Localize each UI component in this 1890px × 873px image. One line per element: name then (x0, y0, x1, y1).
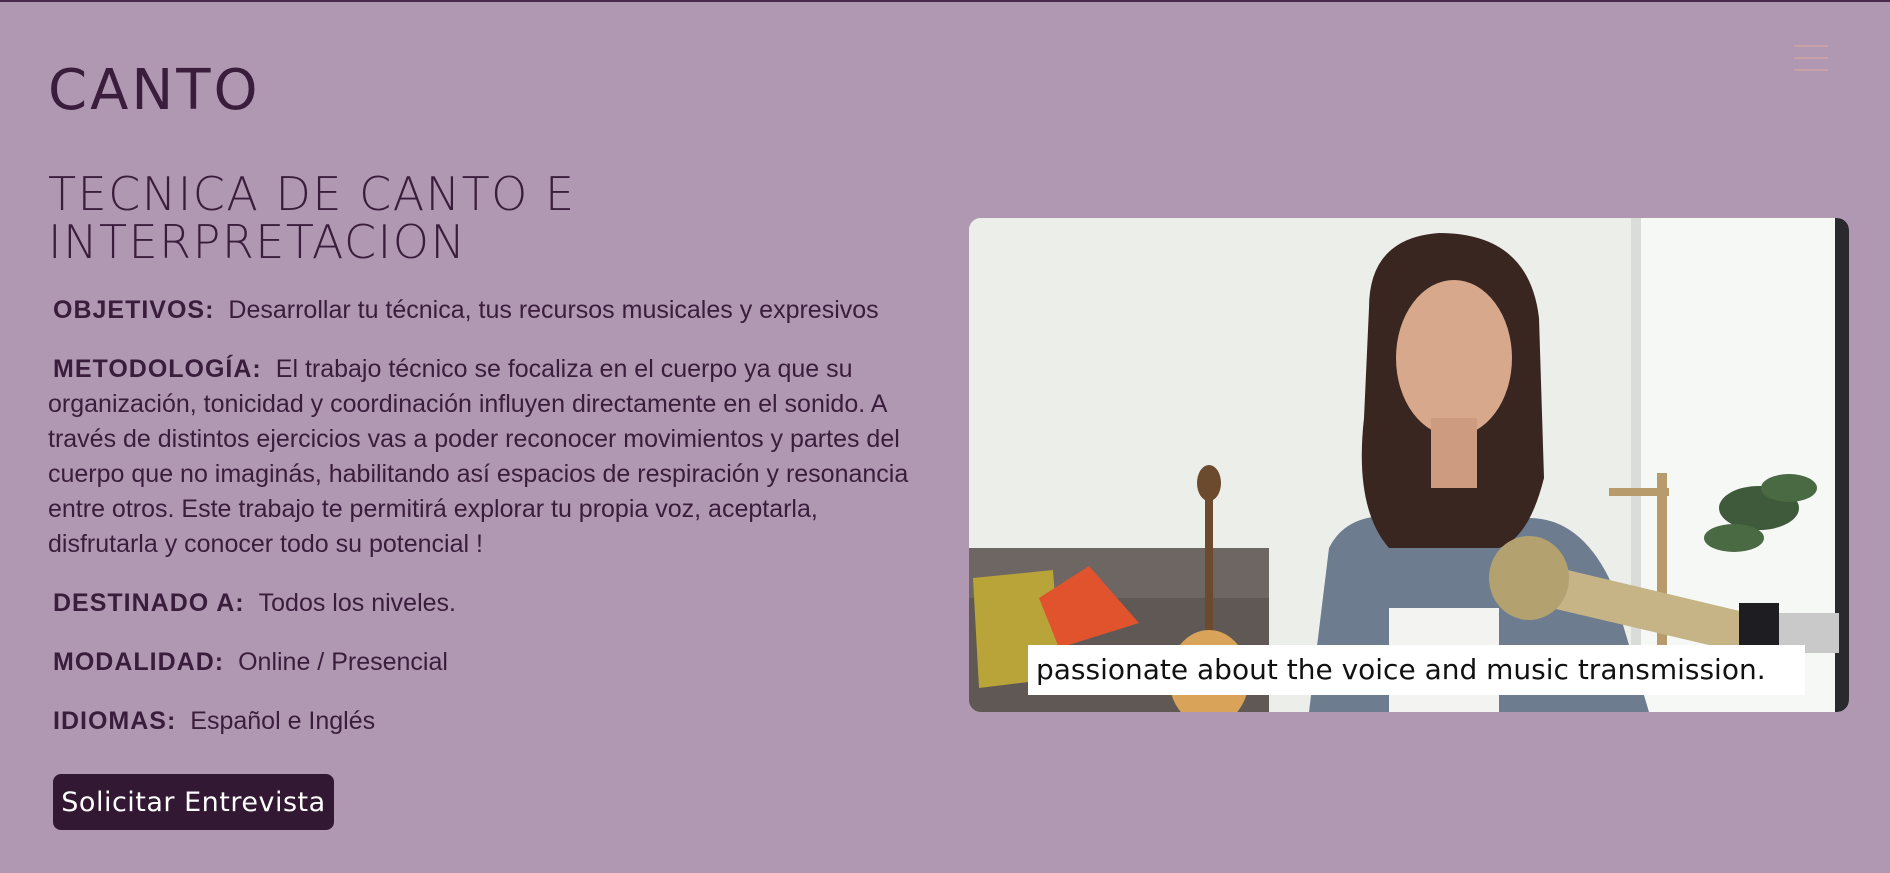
modalidad-text: Online / Presencial (238, 648, 448, 676)
idiomas-text: Español e Inglés (190, 707, 376, 735)
modalidad-label: MODALIDAD: (53, 648, 225, 676)
idiomas-label: IDIOMAS: (53, 707, 177, 735)
objetivos-text: Desarrollar tu técnica, tus recursos mus… (228, 296, 879, 324)
metodologia-text: El trabajo técnico se focaliza en el cue… (48, 355, 909, 558)
objetivos-section: OBJETIVOS: Desarrollar tu técnica, tus re… (48, 293, 918, 328)
page: CANTO TECNICA DE CANTO E INTERPRETACION … (0, 0, 1890, 873)
site-title: CANTO (48, 58, 261, 123)
course-headline: TECNICA DE CANTO E INTERPRETACION (48, 167, 576, 269)
destinado-label: DESTINADO A: (53, 589, 245, 617)
video-caption: passionate about the voice and music tra… (1028, 645, 1805, 695)
objetivos-label: OBJETIVOS: (53, 296, 215, 324)
destinado-section: DESTINADO A: Todos los niveles. (48, 586, 918, 621)
hamburger-menu-icon[interactable] (1794, 45, 1828, 77)
destinado-text: Todos los niveles. (258, 589, 456, 617)
video-frame-illustration (969, 218, 1849, 712)
idiomas-section: IDIOMAS: Español e Inglés (48, 704, 918, 739)
modalidad-section: MODALIDAD: Online / Presencial (48, 645, 918, 680)
solicitar-entrevista-button[interactable]: Solicitar Entrevista (53, 774, 334, 830)
metodologia-section: METODOLOGÍA: El trabajo técnico se focali… (48, 352, 918, 562)
video-player[interactable]: passionate about the voice and music tra… (969, 218, 1849, 712)
top-border (0, 0, 1890, 2)
metodologia-label: METODOLOGÍA: (53, 355, 262, 383)
